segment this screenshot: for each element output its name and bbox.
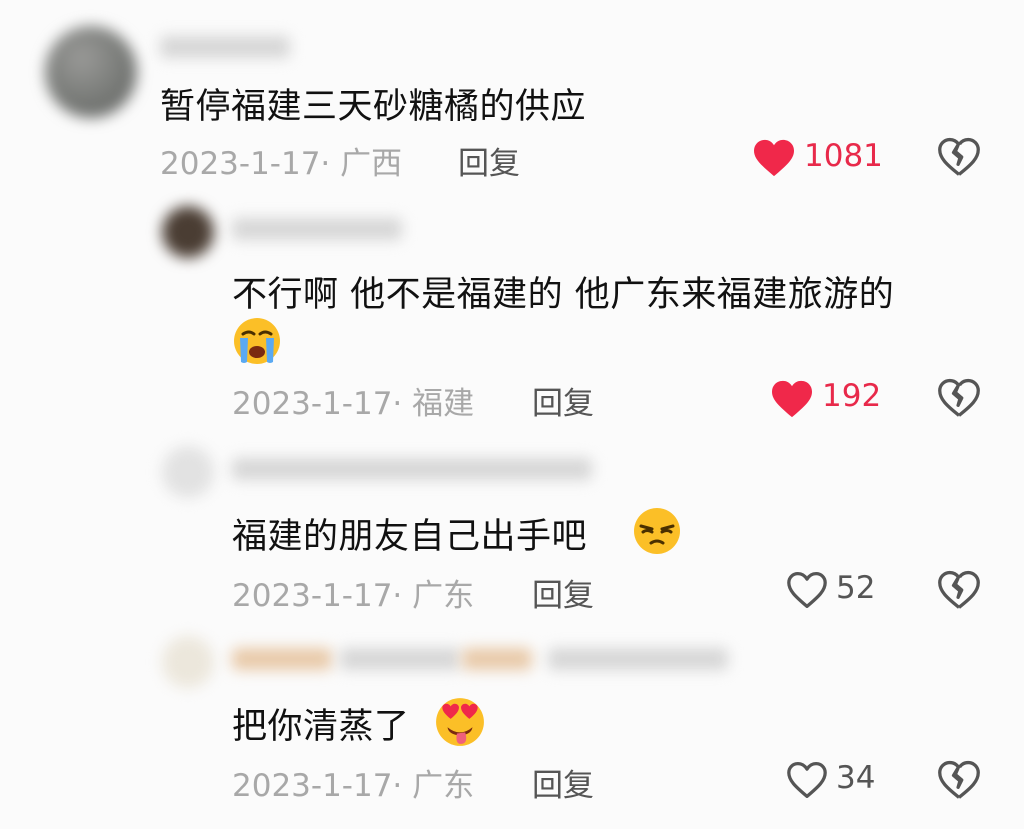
dislike-broken-heart-icon[interactable] [937,377,981,419]
heart-filled-icon[interactable] [770,379,814,419]
username-blurred[interactable] [462,648,532,670]
user-avatar[interactable] [162,206,214,258]
username-blurred[interactable] [160,36,290,58]
comment-text: 不行啊 他不是福建的 他广东来福建旅游的 [232,275,895,315]
comment-date-location: 2023-1-17· 广东 [232,578,475,614]
reply-button[interactable]: 回复 [458,138,520,183]
crying-face-icon [234,318,280,364]
comment-date-location: 2023-1-17· 广西 [160,146,403,182]
user-avatar[interactable] [162,636,214,688]
comment-text: 暂停福建三天砂糖橘的供应 [160,87,587,127]
reply-button[interactable]: 回复 [532,760,594,805]
dislike-broken-heart-icon[interactable] [937,569,981,611]
comment-text: 福建的朋友自己出手吧 [232,517,588,557]
dislike-broken-heart-icon[interactable] [937,136,981,178]
reply-button[interactable]: 回复 [532,570,594,615]
user-avatar[interactable] [162,446,214,498]
reply-button[interactable]: 回复 [532,378,594,423]
username-blurred[interactable] [340,648,460,670]
like-count: 192 [822,378,882,414]
heart-outline-icon[interactable] [785,570,829,610]
dislike-broken-heart-icon[interactable] [937,759,981,801]
like-count: 34 [836,760,876,796]
username-blurred[interactable] [232,648,332,670]
heart-eyes-tongue-face-icon [436,698,484,746]
comment-date-location: 2023-1-17· 福建 [232,386,475,422]
heart-outline-icon[interactable] [785,760,829,800]
smirk-face-icon [634,508,680,554]
comment-date-location: 2023-1-17· 广东 [232,768,475,804]
username-blurred[interactable] [548,648,728,670]
username-blurred[interactable] [232,218,402,240]
user-avatar[interactable] [45,26,137,118]
comment-text: 把你清蒸了 [232,707,410,747]
like-count: 1081 [804,138,883,174]
like-count: 52 [836,570,876,606]
heart-filled-icon[interactable] [752,138,796,178]
username-blurred[interactable] [232,458,592,480]
